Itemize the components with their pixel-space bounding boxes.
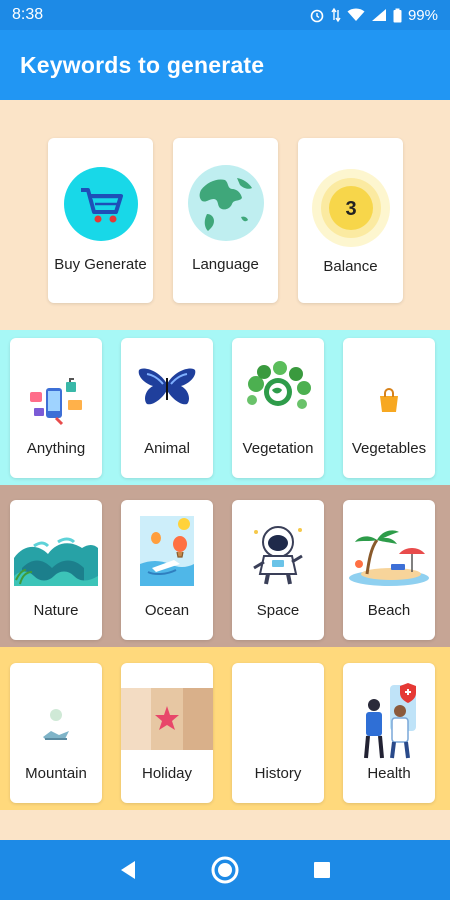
category-ocean[interactable]: Ocean	[121, 500, 213, 640]
shopping-bag-icon	[380, 388, 398, 412]
wifi-icon	[347, 8, 365, 21]
nav-recents-button[interactable]	[307, 855, 337, 885]
status-bar: 8:38 99%	[0, 0, 450, 30]
category-label: History	[254, 765, 302, 782]
leafy-earth-icon	[247, 361, 311, 409]
category-label: Holiday	[141, 765, 193, 782]
buy-generate-card[interactable]: Buy Generate	[48, 138, 153, 303]
starfish-icon	[121, 688, 213, 750]
category-anything[interactable]: Anything	[10, 338, 102, 478]
nav-home-button[interactable]	[210, 855, 240, 885]
balance-card[interactable]: 3 Balance	[298, 138, 403, 303]
alarm-icon	[310, 9, 324, 23]
waves-landscape-icon	[14, 537, 98, 586]
home-circle-icon	[211, 856, 239, 884]
doctors-icon	[364, 683, 416, 759]
category-vegetation[interactable]: Vegetation	[232, 338, 324, 478]
battery-percent: 99%	[407, 6, 438, 24]
data-arrows-icon	[331, 7, 341, 23]
mountain-icon	[43, 709, 69, 740]
coin-icon: 3	[311, 169, 390, 247]
media-icon	[30, 378, 82, 426]
category-holiday[interactable]: Holiday	[121, 663, 213, 803]
category-vegetables[interactable]: Vegetables	[343, 338, 435, 478]
bottom-band	[0, 810, 450, 840]
nav-back-button[interactable]	[113, 855, 143, 885]
category-label: Vegetation	[242, 440, 314, 457]
category-beach[interactable]: Beach	[343, 500, 435, 640]
app-bar: Keywords to generate	[0, 30, 450, 100]
card-label: Balance	[323, 258, 378, 275]
cart-icon	[63, 167, 138, 241]
category-label: Beach	[367, 602, 411, 619]
category-label: Ocean	[144, 602, 190, 619]
category-label: Health	[367, 765, 411, 782]
category-label: Animal	[144, 440, 190, 457]
category-label: Space	[256, 602, 300, 619]
recents-square-icon	[313, 862, 330, 878]
status-icons: 99%	[309, 7, 438, 24]
ship-balloon-icon	[140, 516, 194, 586]
category-label: Mountain	[25, 765, 87, 782]
category-label: Vegetables	[351, 440, 427, 457]
astronaut-icon	[253, 526, 303, 585]
category-label: Anything	[26, 440, 86, 457]
category-health[interactable]: Health	[343, 663, 435, 803]
category-animal[interactable]: Animal	[121, 338, 213, 478]
category-history[interactable]: History	[232, 663, 324, 803]
category-space[interactable]: Space	[232, 500, 324, 640]
butterfly-icon	[138, 368, 196, 405]
category-mountain[interactable]: Mountain	[10, 663, 102, 803]
card-label: Language	[192, 256, 259, 273]
balance-value: 3	[345, 198, 356, 220]
status-time: 8:38	[12, 6, 44, 23]
back-triangle-icon	[121, 861, 136, 879]
battery-icon	[393, 8, 402, 22]
page-title: Keywords to generate	[20, 51, 265, 78]
globe-icon	[187, 165, 264, 241]
category-label: Nature	[33, 602, 79, 619]
palm-beach-icon	[349, 530, 429, 586]
system-nav-bar	[0, 840, 450, 900]
signal-icon	[371, 9, 386, 21]
card-label: Buy Generate	[54, 256, 147, 273]
language-card[interactable]: Language	[173, 138, 278, 303]
category-nature[interactable]: Nature	[10, 500, 102, 640]
